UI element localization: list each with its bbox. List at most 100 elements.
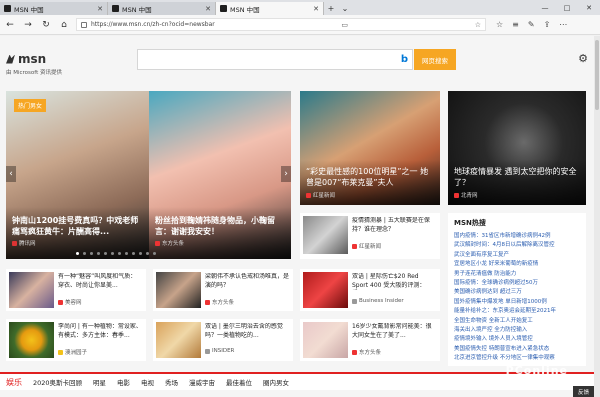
hero-carousel[interactable]: 热门男女 ‹ › 钟南山1200挂号费真吗？中戏老师痛骂疯狂黄牛：片酬高得...…: [6, 91, 291, 259]
category-main[interactable]: 娱乐: [6, 377, 22, 388]
carousel-dot[interactable]: [153, 252, 156, 255]
hot-search-item[interactable]: 能量补给补之：东京奥运会延期至2021年: [454, 307, 580, 316]
carousel-next-icon[interactable]: ›: [281, 166, 291, 182]
watermark: PConline: [505, 364, 568, 377]
news-source: 东方头条: [359, 350, 382, 356]
card-title: 地球疫情暴发 遇到太空把你的安全了？: [454, 167, 577, 187]
window-controls: — □ ✕: [534, 0, 600, 15]
msn-favicon-icon: [112, 5, 119, 12]
carousel-dot[interactable]: [111, 252, 114, 255]
gear-icon[interactable]: ⚙: [578, 52, 588, 65]
category-badge: 热门男女: [14, 99, 47, 112]
news-title: 梁朝伟不承认色戒和汤唯真，是演的吗？: [205, 273, 289, 289]
reading-list-icon[interactable]: ≡: [512, 20, 519, 29]
hot-search-item[interactable]: 北京进京管控升级 不分地区一律集中观察: [454, 354, 580, 363]
news-item[interactable]: 梁朝伟不承认色戒和汤唯真，是演的吗？ 东方头条: [153, 269, 293, 311]
back-icon[interactable]: ←: [4, 20, 16, 30]
hot-search-item[interactable]: 武汉解封时间：4月8日以后解除离汉管控: [454, 241, 580, 250]
category-link[interactable]: 电视: [141, 377, 154, 387]
news-source: 澳洲园子: [65, 350, 88, 356]
reading-view-icon[interactable]: ▭: [341, 21, 348, 29]
tab-close-icon[interactable]: ✕: [313, 5, 319, 13]
carousel-dot[interactable]: [83, 252, 86, 255]
carousel-dot[interactable]: [104, 252, 107, 255]
new-tab-icon[interactable]: +: [324, 2, 338, 15]
news-item[interactable]: 双语 | 星际伤亡$20 Red Sport 400 受大阪的评测：受... B…: [300, 269, 440, 311]
hot-search-item[interactable]: 男子连花清瘟做 防治能力: [454, 270, 580, 279]
source-logo-icon: [58, 349, 63, 355]
close-window-icon[interactable]: ✕: [578, 0, 600, 15]
hero-caption-2[interactable]: 粉丝拾到鞠婧祎随身物品，小鞠留言：谢谢我安安！ 东方头条: [149, 207, 291, 259]
more-icon[interactable]: ⋯: [559, 20, 567, 29]
minimize-icon[interactable]: —: [534, 0, 556, 15]
scrollbar-thumb[interactable]: [595, 40, 599, 110]
msn-logo[interactable]: msn: [6, 52, 46, 66]
hot-search-item[interactable]: 国际疫情：全球确诊病例超过50万: [454, 279, 580, 288]
card-title: “彩史最性感的100位明星”之一 她曾是007“布莱克曼”夫人: [306, 167, 429, 187]
source-logo-icon: [352, 349, 357, 355]
hot-search-item[interactable]: 国外疫情集中爆发地 单日新增1000例: [454, 298, 580, 307]
tab-close-icon[interactable]: ✕: [205, 5, 211, 13]
browser-tab-3[interactable]: MSN 中国 ✕: [216, 2, 324, 15]
hot-search-item[interactable]: 海关出入境严控 全力防控输入: [454, 326, 580, 335]
news-item[interactable]: 李尚问 | 有一种植物：常设家、有模式：多方主体：春季... 澳洲园子: [6, 319, 146, 361]
tab-title: MSN 中国: [230, 5, 260, 14]
hot-search-item[interactable]: 美国确诊病例达到 超过三万: [454, 288, 580, 297]
category-link[interactable]: 漫威宇宙: [189, 377, 215, 387]
news-item[interactable]: 疫情猜测暴 | 五大联赛是在保持？谁在理念？ 红星新闻: [300, 213, 440, 259]
news-source: 东方头条: [212, 300, 235, 306]
carousel-dot[interactable]: [97, 252, 100, 255]
news-item[interactable]: 16岁少女戴背影常问能美：很大同女生在了美了... 东方头条: [300, 319, 440, 361]
browser-tab-2[interactable]: MSN 中国 ✕: [108, 2, 216, 15]
category-link[interactable]: 2020奥斯卡回顾: [33, 377, 82, 387]
news-title: 双语 | 星际伤亡$20 Red Sport 400 受大阪的评测：受...: [352, 273, 426, 289]
carousel-dot[interactable]: [125, 252, 128, 255]
pen-icon[interactable]: ✎: [528, 20, 535, 29]
carousel-dot[interactable]: [132, 252, 135, 255]
source-logo-icon: [352, 298, 357, 304]
hot-search-item[interactable]: 国内疫情：31省区市新增确诊病例42例: [454, 232, 580, 241]
carousel-dot[interactable]: [118, 252, 121, 255]
forward-icon[interactable]: →: [22, 20, 34, 30]
web-search-button[interactable]: 网页搜索: [414, 49, 456, 70]
url-input[interactable]: https://www.msn.cn/zh-cn?ocid=newsbar ▭ …: [76, 18, 486, 31]
category-link[interactable]: 明星: [93, 377, 106, 387]
favorites-icon[interactable]: ☆: [496, 20, 503, 29]
msn-bird-icon: [6, 54, 15, 64]
favorite-star-icon[interactable]: ☆: [475, 21, 481, 29]
carousel-dot[interactable]: [139, 252, 142, 255]
hot-search-item[interactable]: 疫情境外输入 境外人员入境管控: [454, 335, 580, 344]
category-link[interactable]: 电影: [117, 377, 130, 387]
news-thumbnail: [303, 272, 348, 308]
browser-tab-1[interactable]: MSN 中国 ✕: [0, 2, 108, 15]
hot-search-item[interactable]: 美国疫情失控 特朗普宣布进入紧急状态: [454, 345, 580, 354]
category-link[interactable]: 圈内男女: [263, 377, 289, 387]
category-link[interactable]: 秀场: [165, 377, 178, 387]
news-card-large[interactable]: 地球疫情暴发 遇到太空把你的安全了？ 北青网: [448, 91, 586, 205]
carousel-prev-icon[interactable]: ‹: [6, 166, 16, 182]
hot-search-item[interactable]: 全国生命物资 全新工人开始复工: [454, 317, 580, 326]
news-thumbnail: [9, 322, 54, 358]
home-icon[interactable]: ⌂: [58, 20, 70, 30]
hot-search-item[interactable]: 宜居地区小龙 好来米葡萄的新疫情: [454, 260, 580, 269]
tab-close-icon[interactable]: ✕: [97, 5, 103, 13]
news-card-large[interactable]: “彩史最性感的100位明星”之一 她曾是007“布莱克曼”夫人 红星新闻: [300, 91, 440, 205]
carousel-dot[interactable]: [76, 252, 79, 255]
carousel-dot[interactable]: [90, 252, 93, 255]
share-icon[interactable]: ⇪: [544, 20, 551, 29]
source-logo-icon: [306, 192, 311, 198]
category-link[interactable]: 最佳着位: [226, 377, 252, 387]
news-item[interactable]: 有一种“魅容”叫风度和气质：穿衣、时尚让你显美... 美容网: [6, 269, 146, 311]
feedback-button[interactable]: 反馈: [572, 386, 594, 397]
page-content: msn 由 Microsoft 资讯提供 b 网页搜索 ⚙ 热门男女 ‹ › 钟…: [0, 36, 600, 397]
search-input[interactable]: b: [137, 49, 413, 70]
source-logo-icon: [205, 299, 210, 305]
carousel-dot[interactable]: [146, 252, 149, 255]
maximize-icon[interactable]: □: [556, 0, 578, 15]
tab-list-icon[interactable]: ⌄: [338, 2, 352, 15]
hot-search-item[interactable]: 武汉全面有序复工复产: [454, 251, 580, 260]
msn-header: msn 由 Microsoft 资讯提供 b 网页搜索 ⚙: [0, 36, 600, 84]
news-item[interactable]: 双语 | 墨尔三明治去含的感觉吗？一类植物吃的... INSIDER: [153, 319, 293, 361]
scrollbar[interactable]: [594, 36, 600, 397]
refresh-icon[interactable]: ↻: [40, 20, 52, 30]
